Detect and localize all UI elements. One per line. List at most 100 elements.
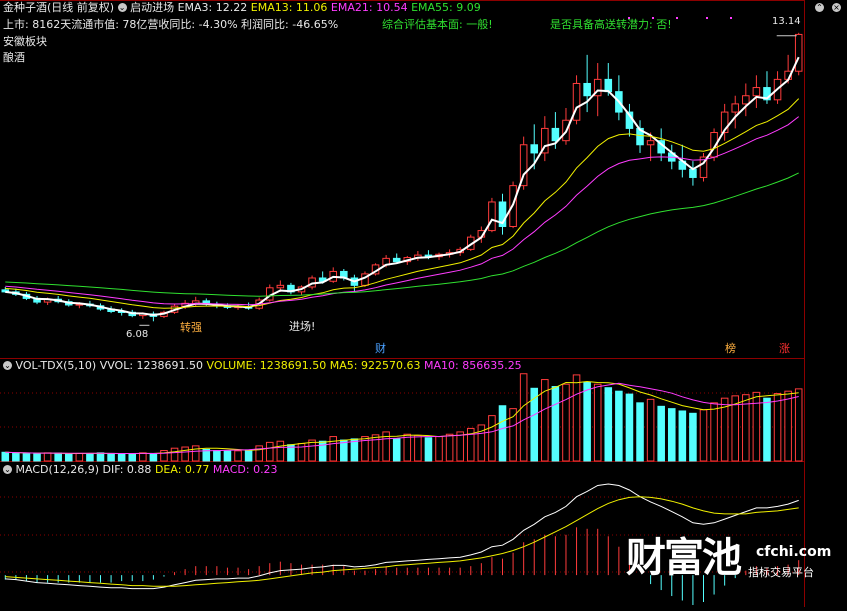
volume-bar — [424, 437, 433, 462]
stock-name: 金种子酒 — [3, 1, 47, 14]
volume-bar — [763, 397, 771, 462]
volume-bar — [139, 452, 147, 462]
volume-dropdown-icon[interactable]: ⌄ — [3, 361, 12, 370]
candle-body — [583, 82, 591, 97]
volume-bar — [710, 402, 718, 462]
macd-dropdown-icon[interactable]: ⌄ — [3, 465, 12, 474]
volume-bar — [276, 440, 285, 462]
volume-bar — [64, 453, 73, 462]
volume-bar — [625, 393, 634, 462]
volume-bar — [403, 433, 412, 462]
volume-bar — [784, 390, 792, 462]
volume-bar — [149, 452, 158, 462]
volume-bar — [191, 445, 200, 462]
low-price-label: 6.08 — [126, 329, 149, 340]
info-listing: 上市: 8162天 — [3, 18, 72, 31]
volume-bar — [392, 438, 401, 462]
candle-body — [689, 168, 697, 178]
chart-stage[interactable]: 金种子酒(日线 前复权) ⌄ 启动进场 EMA3: 12.22 EMA13: 1… — [0, 0, 847, 607]
eval-text: 综合评估基本面: 一般! — [382, 18, 493, 31]
volume-bar — [86, 453, 94, 462]
volume-bar — [128, 453, 137, 462]
high-price-label: 13.14 — [772, 16, 801, 27]
ema55-readout: EMA55: 9.09 — [411, 1, 481, 14]
volume-bar — [646, 398, 655, 462]
volume-bar — [297, 443, 306, 462]
volume-bar — [562, 383, 570, 462]
volume-bar — [445, 433, 454, 462]
volume-bar — [731, 395, 740, 462]
main-header: 金种子酒(日线 前复权) ⌄ 启动进场 EMA3: 12.22 EMA13: 1… — [3, 1, 481, 15]
ma10-readout: MA10: 856635.25 — [423, 359, 522, 372]
volume-bar — [435, 436, 443, 462]
signal-dot — [706, 17, 708, 19]
volume-bar — [794, 388, 803, 462]
bonus-text: 是否具备高送转潜力: 否! — [550, 18, 672, 31]
volume-bar — [255, 445, 263, 462]
signal-dot — [730, 17, 732, 19]
volume-bar — [699, 409, 708, 462]
volume-bar — [223, 450, 232, 462]
ma5-readout: MA5: 922570.63 — [329, 359, 421, 372]
info-mktcap: 流通市值: 78亿 — [71, 18, 148, 31]
ema3-readout: EMA3: 12.22 — [177, 1, 248, 14]
volume-header: ⌄ VOL-TDX(5,10) VVOL: 1238691.50 VOLUME:… — [3, 359, 522, 373]
candle-body — [488, 201, 496, 232]
ema55-line — [5, 172, 799, 297]
candle-body — [530, 144, 539, 154]
candle-body — [551, 127, 560, 142]
volume-bar — [667, 408, 676, 462]
volume-bar — [773, 393, 782, 462]
volume-bar — [234, 450, 242, 462]
volume-bar — [519, 373, 528, 462]
volume-bar — [593, 383, 602, 462]
volume-readout: VOLUME: 1238691.50 — [206, 359, 327, 372]
volume-bar — [265, 441, 274, 462]
volume-bar — [414, 434, 422, 462]
volume-bar — [33, 453, 41, 462]
ema13-line — [5, 98, 800, 309]
volume-bar — [96, 452, 105, 462]
watermark-site: cfchi.com — [756, 544, 832, 560]
volume-bar — [456, 431, 464, 462]
volume-bar — [329, 436, 338, 462]
volume-bar — [604, 387, 613, 462]
ema3-line — [5, 56, 800, 317]
volume-bar — [1, 451, 10, 462]
volume-bar — [689, 412, 697, 462]
macd-indicator-name[interactable]: MACD(12,26,9) — [16, 463, 100, 476]
vol-indicator-name[interactable]: VOL-TDX(5,10) — [16, 359, 97, 372]
macd-readout: MACD: 0.23 — [212, 463, 278, 476]
industry-label: 酿酒 — [3, 51, 25, 64]
dea-readout: DEA: 0.77 — [154, 463, 210, 476]
signal-entry-label: 进场! — [289, 320, 316, 333]
volume-bar — [244, 449, 253, 462]
badge-bang[interactable]: 榜 — [723, 343, 738, 355]
watermark: 财富池 cfchi.com 指标交易平台 — [626, 534, 831, 584]
stock-chart-svg[interactable] — [0, 0, 847, 607]
indicator-name[interactable]: 启动进场 — [130, 1, 174, 14]
period-label: (日线 前复权) — [47, 1, 115, 14]
volume-bar — [498, 405, 507, 462]
watermark-tagline: 指标交易平台 — [748, 566, 814, 579]
info-profit: 利润同比: -46.65% — [241, 18, 339, 31]
dif-readout: DIF: 0.88 — [102, 463, 152, 476]
info-revenue: 营收同比: -4.30% — [147, 18, 238, 31]
volume-bar — [488, 415, 496, 462]
period-dropdown-icon[interactable]: ⌄ — [117, 3, 127, 12]
volume-bar — [181, 446, 189, 462]
candle-body — [794, 33, 803, 72]
signal-dot — [676, 17, 678, 19]
volume-bar — [107, 452, 115, 462]
candle-body — [646, 140, 655, 146]
watermark-brand: 财富池 — [626, 535, 742, 581]
volume-bar — [117, 453, 126, 462]
panel-collapse-icon[interactable]: ⌃ — [815, 3, 824, 12]
candle-body — [392, 257, 401, 263]
volume-bar — [583, 381, 591, 462]
badge-cai[interactable]: 财 — [373, 343, 388, 355]
candle-body — [604, 78, 613, 93]
volume-bar — [75, 452, 84, 462]
badge-zhang[interactable]: 涨 — [777, 343, 792, 355]
panel-close-icon[interactable]: × — [832, 3, 841, 12]
